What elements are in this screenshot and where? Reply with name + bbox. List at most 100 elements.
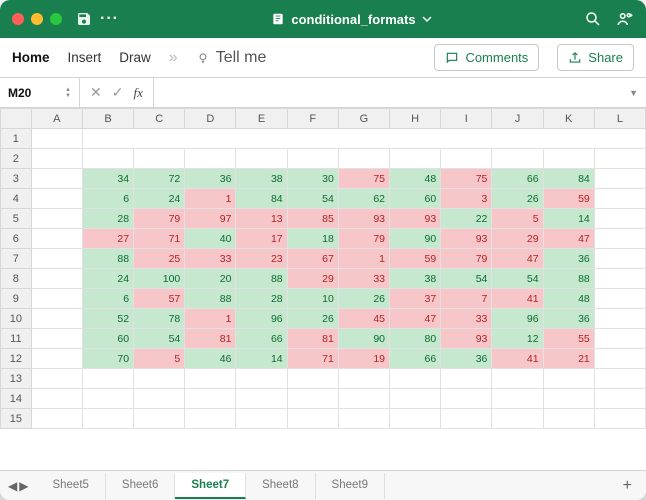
sheet-next-icon[interactable]: ▶ — [19, 479, 28, 493]
cell[interactable]: 57 — [134, 289, 185, 309]
cell[interactable] — [492, 409, 543, 429]
cell[interactable]: 93 — [338, 209, 389, 229]
cell[interactable]: 96 — [236, 309, 287, 329]
row-header[interactable]: 2 — [1, 149, 32, 169]
cell[interactable]: 13 — [236, 209, 287, 229]
cell[interactable] — [441, 149, 492, 169]
cell[interactable]: 62 — [338, 189, 389, 209]
cell[interactable]: 36 — [543, 249, 594, 269]
close-icon[interactable] — [12, 13, 24, 25]
cell[interactable] — [492, 149, 543, 169]
cell[interactable]: 96 — [492, 309, 543, 329]
cell[interactable]: 18 — [287, 229, 338, 249]
cell[interactable]: 71 — [287, 349, 338, 369]
add-sheet-button[interactable]: + — [609, 477, 646, 495]
cell[interactable] — [31, 229, 82, 249]
cell[interactable]: 29 — [287, 269, 338, 289]
cell[interactable]: 23 — [236, 249, 287, 269]
expand-formula-icon[interactable]: ▼ — [621, 88, 646, 98]
column-header[interactable]: H — [390, 109, 441, 129]
row-header[interactable]: 12 — [1, 349, 32, 369]
cell[interactable]: 88 — [82, 249, 133, 269]
share-people-icon[interactable] — [616, 10, 634, 28]
cell[interactable] — [134, 409, 185, 429]
cell[interactable]: 29 — [492, 229, 543, 249]
cell[interactable]: 28 — [236, 289, 287, 309]
cell[interactable] — [82, 149, 133, 169]
cell[interactable]: 84 — [543, 169, 594, 189]
cell[interactable]: 12 — [492, 329, 543, 349]
cell[interactable] — [134, 369, 185, 389]
cell[interactable]: 7 — [441, 289, 492, 309]
cell[interactable]: 48 — [390, 169, 441, 189]
cell[interactable] — [31, 329, 82, 349]
tab-home[interactable]: Home — [12, 50, 50, 65]
column-header[interactable]: C — [134, 109, 185, 129]
cell[interactable]: 93 — [441, 229, 492, 249]
cell[interactable] — [594, 309, 645, 329]
cell[interactable]: 5 — [134, 349, 185, 369]
cell[interactable]: 79 — [441, 249, 492, 269]
cell[interactable] — [543, 389, 594, 409]
cell[interactable] — [236, 149, 287, 169]
cell[interactable] — [594, 269, 645, 289]
cell[interactable]: 48 — [543, 289, 594, 309]
cell[interactable] — [236, 389, 287, 409]
column-header[interactable]: K — [543, 109, 594, 129]
cell[interactable]: 30 — [287, 169, 338, 189]
cell[interactable]: 52 — [82, 309, 133, 329]
cell[interactable]: 79 — [338, 229, 389, 249]
cell[interactable]: 54 — [441, 269, 492, 289]
cell[interactable]: 88 — [236, 269, 287, 289]
cell[interactable] — [594, 169, 645, 189]
cell[interactable]: 60 — [390, 189, 441, 209]
cell[interactable]: 19 — [338, 349, 389, 369]
cell[interactable]: 93 — [390, 209, 441, 229]
cell[interactable]: 45 — [338, 309, 389, 329]
row-header[interactable]: 9 — [1, 289, 32, 309]
cell[interactable]: 47 — [492, 249, 543, 269]
cell[interactable]: 100 — [134, 269, 185, 289]
cell[interactable] — [543, 149, 594, 169]
row-header[interactable]: 1 — [1, 129, 32, 149]
spreadsheet-grid[interactable]: ABCDEFGHIJKL1233472363830754875668446241… — [0, 108, 646, 470]
cell[interactable] — [594, 209, 645, 229]
cell[interactable] — [31, 309, 82, 329]
sheet-prev-icon[interactable]: ◀ — [8, 479, 17, 493]
cell[interactable] — [287, 409, 338, 429]
row-header[interactable]: 10 — [1, 309, 32, 329]
cell[interactable] — [543, 409, 594, 429]
cell[interactable] — [31, 269, 82, 289]
cell[interactable]: 26 — [492, 189, 543, 209]
row-header[interactable]: 3 — [1, 169, 32, 189]
cell[interactable]: 38 — [390, 269, 441, 289]
cell[interactable] — [338, 369, 389, 389]
cell[interactable]: 88 — [185, 289, 236, 309]
cell[interactable] — [390, 389, 441, 409]
document-title[interactable]: conditional_formats — [127, 12, 576, 27]
cell[interactable]: 10 — [287, 289, 338, 309]
column-header[interactable]: D — [185, 109, 236, 129]
cell[interactable] — [82, 389, 133, 409]
cell[interactable] — [594, 289, 645, 309]
cell[interactable]: 14 — [543, 209, 594, 229]
cell[interactable] — [185, 369, 236, 389]
tab-insert[interactable]: Insert — [68, 50, 102, 65]
sheet-tab[interactable]: Sheet9 — [316, 473, 385, 499]
cell[interactable] — [31, 409, 82, 429]
cell[interactable]: 75 — [441, 169, 492, 189]
cell[interactable]: 90 — [390, 229, 441, 249]
tab-draw[interactable]: Draw — [119, 50, 151, 65]
cell[interactable]: 36 — [543, 309, 594, 329]
cell[interactable] — [31, 149, 82, 169]
minimize-icon[interactable] — [31, 13, 43, 25]
cell[interactable]: 24 — [82, 269, 133, 289]
comments-button[interactable]: Comments — [434, 44, 539, 71]
row-header[interactable]: 13 — [1, 369, 32, 389]
cell[interactable]: 3 — [441, 189, 492, 209]
cell[interactable]: 37 — [390, 289, 441, 309]
cell[interactable]: 21 — [543, 349, 594, 369]
sheet-tab[interactable]: Sheet5 — [36, 473, 105, 499]
chevron-right-icon[interactable]: » — [169, 49, 178, 67]
cell[interactable] — [390, 409, 441, 429]
